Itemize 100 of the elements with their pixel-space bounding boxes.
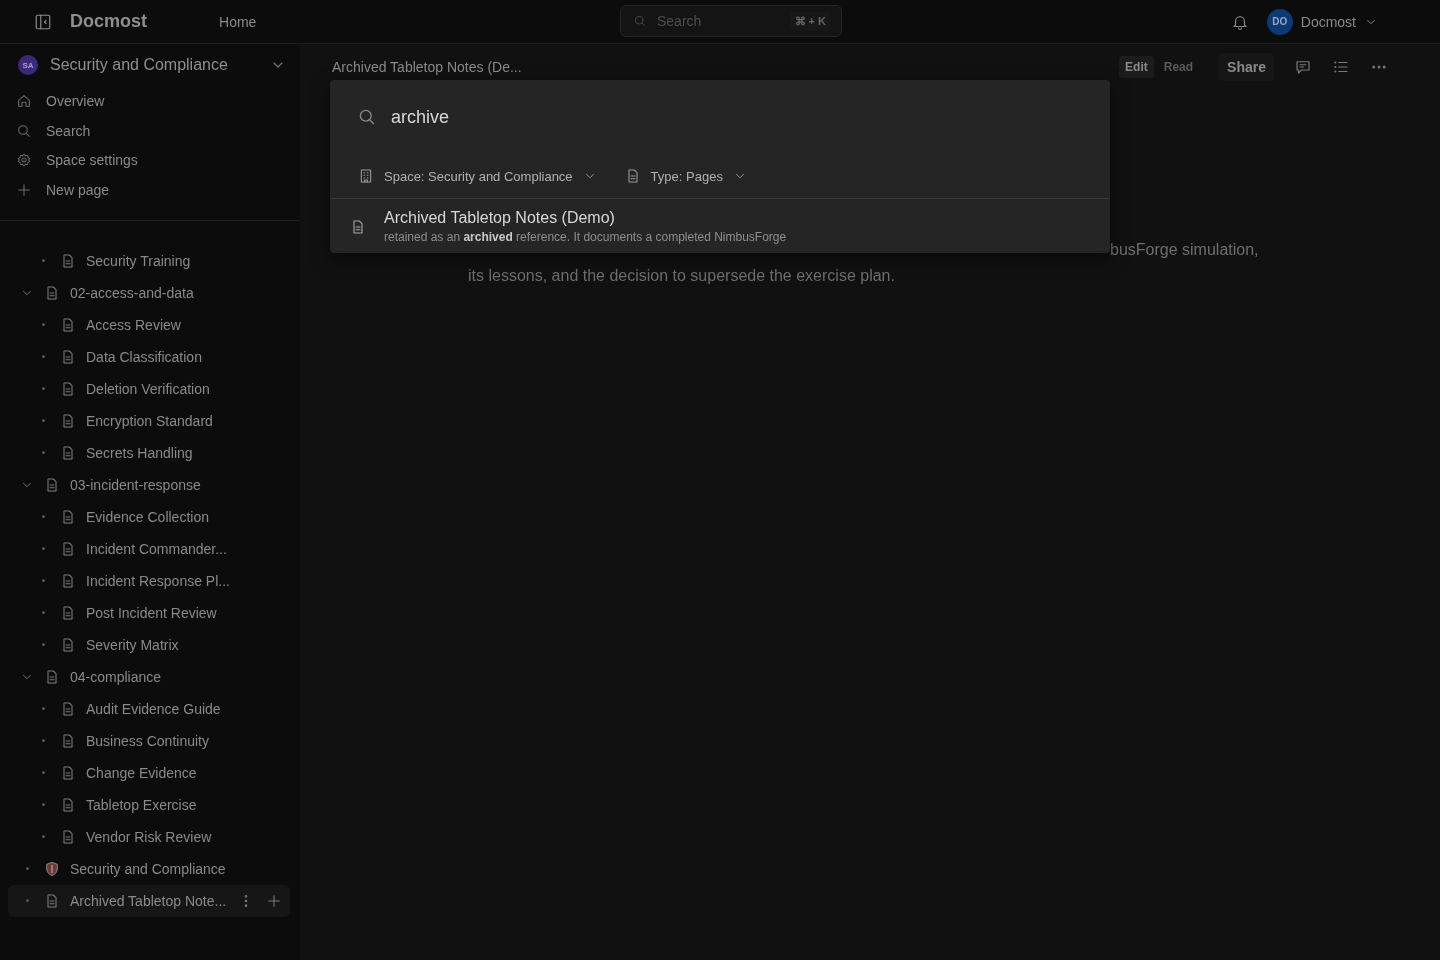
tree-item[interactable]: Change Evidence [8, 756, 290, 789]
body-text: busForge simulation, [1109, 241, 1260, 260]
page-icon [44, 476, 60, 493]
search-icon [16, 122, 32, 139]
sidebar-nav-item[interactable]: New page [16, 175, 300, 205]
mode-tab[interactable]: Edit [1119, 56, 1154, 78]
tree-item-label: 03-incident-response [70, 476, 201, 493]
page-icon [60, 380, 76, 397]
page-icon [60, 412, 76, 429]
bullet-icon [41, 771, 45, 775]
sidebar-nav-item[interactable]: Search [16, 115, 300, 146]
page-icon [60, 572, 76, 589]
bullet-icon [41, 259, 45, 263]
tree-item[interactable]: Secrets Handling [8, 436, 290, 469]
page-icon [60, 764, 76, 781]
sidebar-nav-item[interactable]: Space settings [16, 145, 300, 176]
tree-item-label: Incident Response Pl... [86, 572, 230, 589]
tree-item-label: Deletion Verification [86, 380, 210, 397]
tree-item[interactable]: Vendor Risk Review [8, 820, 290, 853]
tree-item-label: Data Classification [86, 348, 202, 365]
tree-item[interactable]: 03-incident-response [8, 468, 290, 501]
tree-item[interactable]: Deletion Verification [8, 372, 290, 405]
sidebar-nav-item[interactable]: Overview [16, 86, 300, 116]
settings-icon [16, 152, 32, 169]
app-logo[interactable]: Docmost [70, 11, 147, 32]
page-icon [44, 892, 60, 909]
page-icon [60, 604, 76, 621]
body-text: its lessons, and the decision to supersede the exercise plan. [468, 267, 896, 286]
comment-icon[interactable] [1294, 58, 1312, 76]
page-icon [60, 636, 76, 653]
bullet-icon [41, 707, 45, 711]
user-menu-button[interactable]: DO Docmost [1266, 8, 1378, 35]
page-icon [60, 796, 76, 813]
tree-item[interactable]: Security Training [8, 244, 290, 277]
tree-item-label: Secrets Handling [86, 444, 193, 461]
home-link[interactable]: Home [219, 13, 257, 30]
space-name: Security and Compliance [50, 56, 229, 74]
tree-item-label: Business Continuity [86, 732, 209, 749]
search-field[interactable]: Search ⌘ + K [620, 5, 842, 37]
bullet-icon [41, 835, 45, 839]
page-icon [60, 444, 76, 461]
home-icon [16, 92, 32, 109]
bullet-icon [25, 867, 29, 871]
tree-item-label: Evidence Collection [86, 508, 209, 525]
user-name: Docmost [1300, 13, 1356, 30]
tree-item-label: Severity Matrix [86, 636, 179, 653]
search-input[interactable]: archive [391, 106, 1110, 128]
bullet-icon [41, 611, 45, 615]
tree-item[interactable]: Security and Compliance [8, 852, 290, 885]
tree-item[interactable]: 02-access-and-data [8, 276, 290, 309]
tree-item-label: Vendor Risk Review [86, 828, 212, 845]
bullet-icon [41, 355, 45, 359]
bullet-icon [41, 739, 45, 743]
page-icon [60, 252, 76, 269]
tree-item[interactable]: Encryption Standard [8, 404, 290, 437]
tree-item[interactable]: Incident Response Pl... [8, 564, 290, 597]
space-switcher[interactable]: SA Security and Compliance [0, 44, 300, 75]
search-icon [357, 107, 377, 127]
tree-item-label: Change Evidence [86, 764, 197, 781]
page-icon [60, 540, 76, 557]
tree-item[interactable]: Incident Commander... [8, 532, 290, 565]
tree-item[interactable]: Tabletop Exercise [8, 788, 290, 821]
bullet-icon [41, 451, 45, 455]
tree-item[interactable]: Access Review [8, 308, 290, 341]
tree-item[interactable]: Post Incident Review [8, 596, 290, 629]
user-avatar: DO [1266, 8, 1293, 35]
page-icon [44, 284, 60, 301]
breadcrumb[interactable]: Archived Tabletop Notes (De... [332, 59, 522, 75]
page-icon [44, 668, 60, 685]
search-result[interactable]: Archived Tabletop Notes (Demo) retained as an archived reference. It documents a completed NimbusForge [330, 199, 1110, 253]
space-avatar: SA [18, 55, 38, 75]
bullet-icon [41, 803, 45, 807]
page-icon [60, 348, 76, 365]
tree-item-label: Incident Commander... [86, 540, 227, 557]
tree-item[interactable]: 04-compliance [8, 660, 290, 693]
tree-item-label: Encryption Standard [86, 412, 213, 429]
result-title: Archived Tabletop Notes (Demo) [384, 209, 616, 227]
search-placeholder: Search [657, 13, 703, 29]
tree-item-label: Security Training [86, 252, 191, 269]
tree-item-label: Access Review [86, 316, 181, 333]
bullet-icon [41, 547, 45, 551]
share-button[interactable]: Share [1219, 53, 1274, 81]
sidebar-toggle-icon[interactable] [34, 12, 52, 31]
bullet-icon [25, 899, 29, 903]
filter-dropdown[interactable]: Space: Security and Compliance [358, 168, 597, 184]
tree-item[interactable]: Audit Evidence Guide [8, 692, 290, 725]
search-icon [633, 14, 647, 28]
bullet-icon [41, 387, 45, 391]
plus-icon[interactable] [266, 892, 282, 909]
tree-item[interactable]: Data Classification [8, 340, 290, 373]
shield-icon [44, 860, 60, 877]
tree-item[interactable]: Severity Matrix [8, 628, 290, 661]
tree-item[interactable]: Evidence Collection [8, 500, 290, 533]
tree-item[interactable]: Business Continuity [8, 724, 290, 757]
list-icon[interactable] [1332, 58, 1350, 76]
tree-item-label: Security and Compliance [70, 860, 226, 877]
tree-item-label: Audit Evidence Guide [86, 700, 221, 717]
page-icon [60, 316, 76, 333]
filter-dropdown[interactable]: Type: Pages [624, 168, 747, 184]
tree-item[interactable]: Archived Tabletop Note... [8, 884, 290, 917]
